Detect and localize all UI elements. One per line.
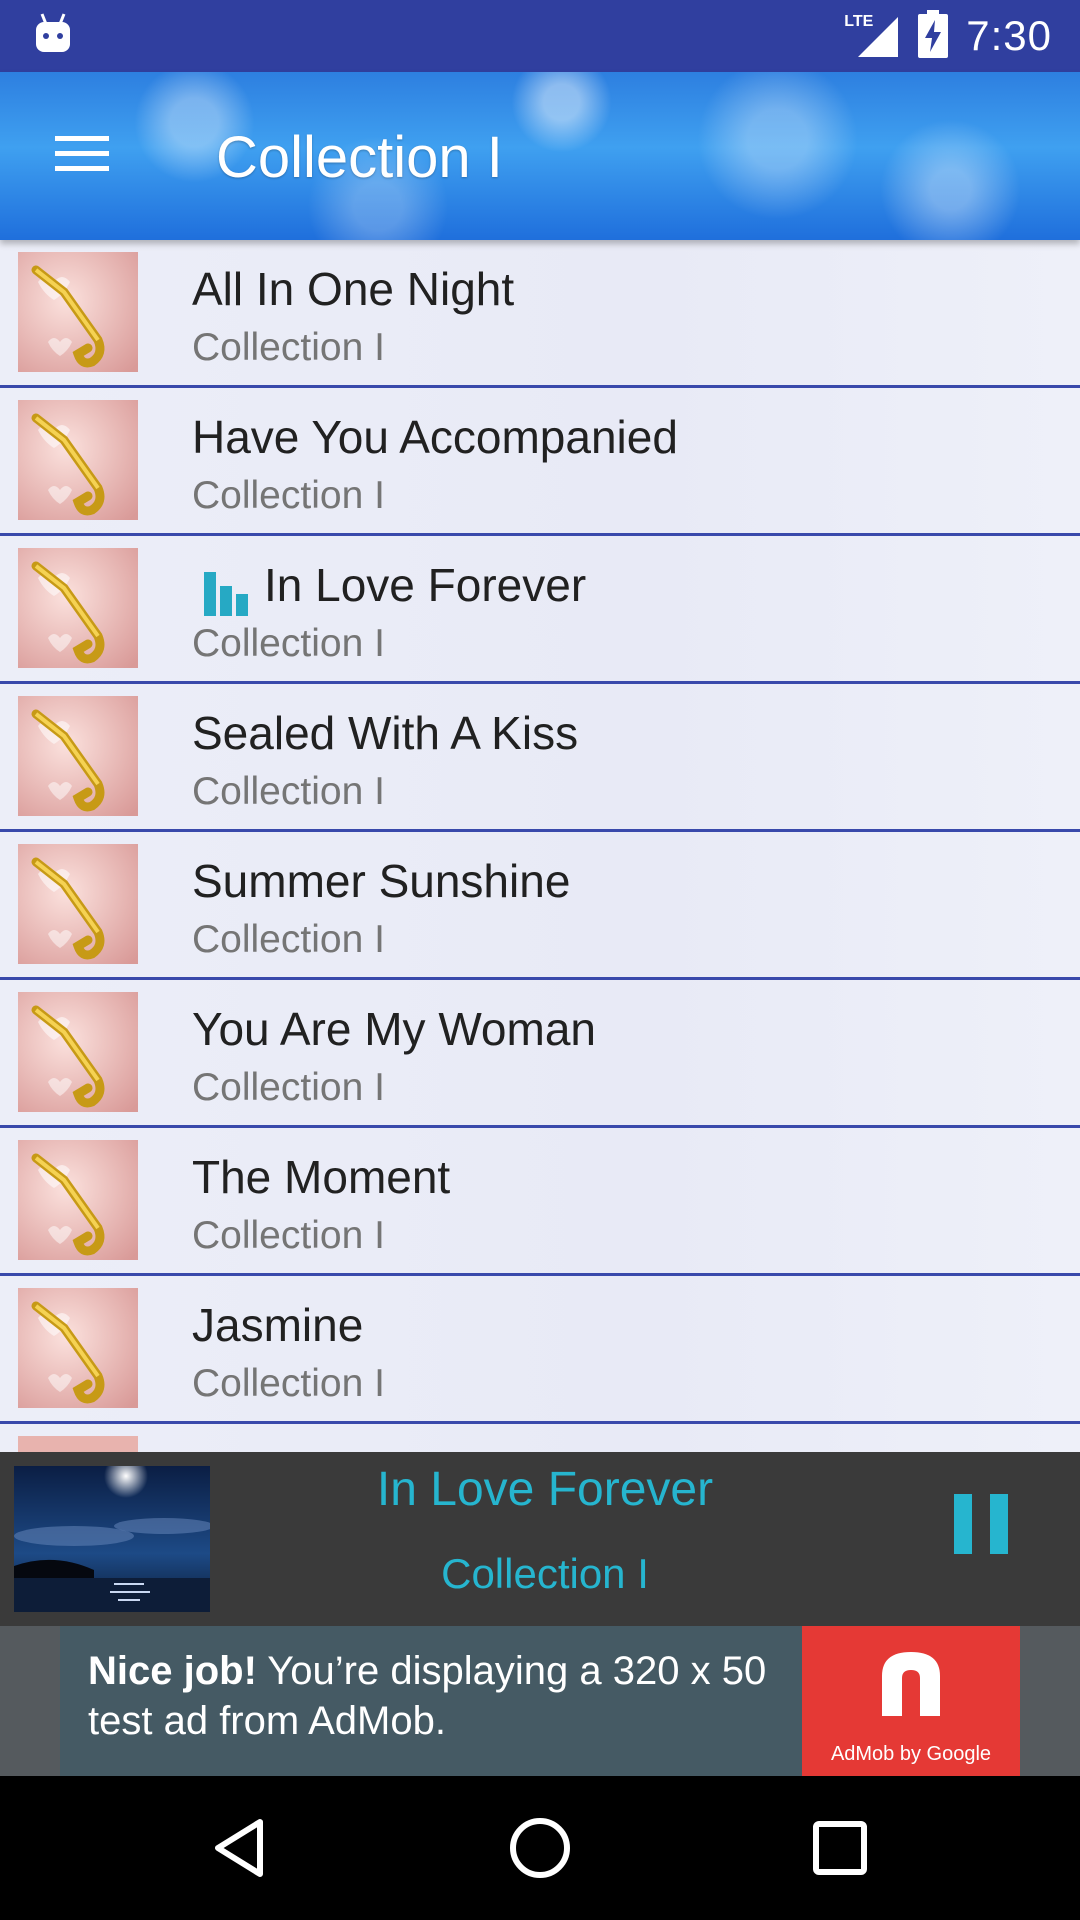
song-album: Collection I	[192, 1362, 385, 1405]
song-row[interactable]: You Are My Woman Collection I	[0, 980, 1080, 1128]
song-album: Collection I	[192, 918, 385, 961]
saxophone-thumbnail	[18, 548, 138, 668]
android-notification-icon	[34, 12, 74, 56]
song-album: Collection I	[192, 770, 385, 813]
ad-headline: Nice job!	[88, 1649, 257, 1693]
lte-signal-icon: LTE	[844, 13, 900, 59]
song-title: Have You Accompanied	[192, 411, 678, 463]
home-icon[interactable]	[504, 1812, 576, 1884]
saxophone-thumbnail	[18, 696, 138, 816]
song-title: The Moment	[192, 1151, 451, 1203]
admob-logo: AdMob by Google	[802, 1626, 1020, 1776]
saxophone-thumbnail	[18, 992, 138, 1112]
pause-icon[interactable]	[952, 1488, 1012, 1560]
song-album: Collection I	[192, 474, 385, 517]
screen: LTE 7:30 Collection I All In One Night C…	[0, 0, 1080, 1920]
song-title: Jasmine	[192, 1299, 364, 1351]
now-playing-album: Collection I	[441, 1550, 649, 1597]
song-row[interactable]: Summer Sunshine Collection I	[0, 832, 1080, 980]
page-title: Collection I	[216, 125, 503, 190]
song-row[interactable]: Have You Accompanied Collection I	[0, 388, 1080, 536]
now-playing-title: In Love Forever	[376, 1463, 714, 1516]
system-nav-bar	[0, 1776, 1080, 1920]
status-clock: 7:30	[966, 12, 1052, 59]
saxophone-thumbnail	[18, 400, 138, 520]
song-row[interactable]: Jasmine Collection I	[0, 1276, 1080, 1424]
song-title: Sealed With A Kiss	[192, 707, 579, 759]
saxophone-thumbnail	[18, 1288, 138, 1408]
song-title: In Love Forever	[264, 559, 587, 611]
saxophone-thumbnail	[18, 252, 138, 372]
saxophone-thumbnail	[18, 844, 138, 964]
song-title: All In One Night	[192, 263, 515, 315]
app-toolbar: Collection I	[0, 72, 1080, 240]
hamburger-menu-icon[interactable]	[40, 116, 124, 192]
song-album: Collection I	[192, 326, 385, 369]
ad-banner[interactable]: Nice job! You’re displaying a 320 x 50 t…	[60, 1626, 1020, 1776]
now-playing-bar[interactable]: In Love Forever Collection I	[0, 1452, 1080, 1626]
song-title: Summer Sunshine	[192, 855, 571, 907]
battery-charging-icon	[918, 9, 949, 63]
ad-text: Nice job! You’re displaying a 320 x 50 t…	[88, 1646, 788, 1746]
song-row-playing[interactable]: In Love Forever Collection I	[0, 536, 1080, 684]
saxophone-thumbnail	[18, 1140, 138, 1260]
recents-icon[interactable]	[804, 1812, 876, 1884]
equalizer-playing-icon	[200, 568, 254, 618]
song-row[interactable]: Sealed With A Kiss Collection I	[0, 684, 1080, 832]
song-row[interactable]: All In One Night Collection I	[0, 240, 1080, 388]
ad-area: Nice job! You’re displaying a 320 x 50 t…	[0, 1626, 1080, 1776]
song-album: Collection I	[192, 1066, 385, 1109]
status-bar: LTE 7:30	[0, 0, 1080, 72]
song-row[interactable]: The Moment Collection I	[0, 1128, 1080, 1276]
saxophone-thumbnail	[18, 1436, 138, 1452]
song-row-partial[interactable]	[0, 1424, 1080, 1452]
song-list: All In One Night Collection I Have You A…	[0, 240, 1080, 1452]
song-album: Collection I	[192, 622, 385, 665]
back-icon[interactable]	[204, 1812, 276, 1884]
admob-logo-caption: AdMob by Google	[830, 1743, 992, 1765]
song-album: Collection I	[192, 1214, 385, 1257]
song-title: You Are My Woman	[192, 1003, 596, 1055]
